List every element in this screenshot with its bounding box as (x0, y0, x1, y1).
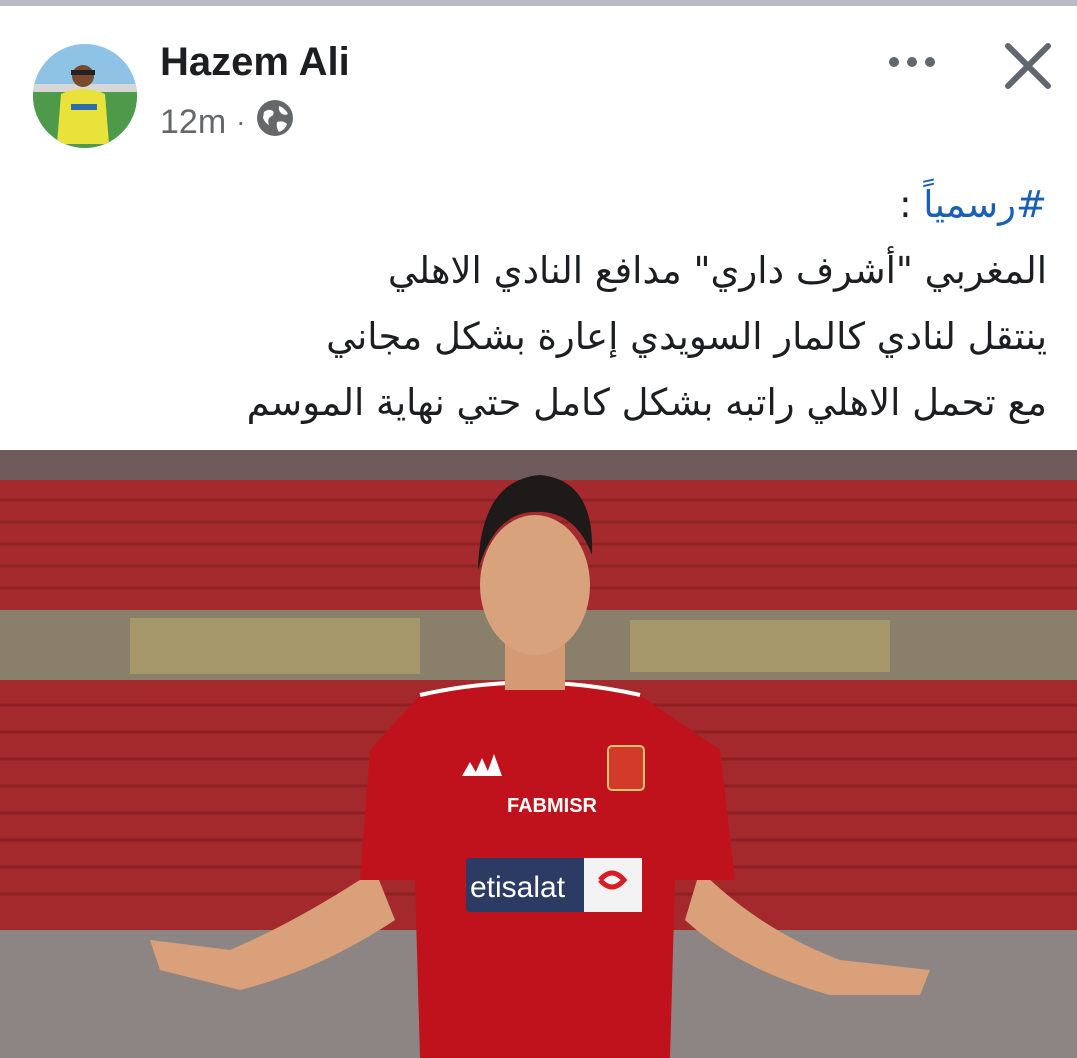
post-line-3: مع تحمل الاهلي راتبه بشكل كامل حتي نهاية… (246, 381, 1047, 424)
post-text: #رسمياً : المغربي "أشرف داري" مدافع النا… (47, 172, 1047, 436)
post-time[interactable]: 12m (160, 103, 226, 142)
author-name[interactable]: Hazem Ali (160, 40, 350, 85)
jersey-sponsor-main: etisalat (470, 871, 566, 904)
post-meta: 12m · (160, 98, 295, 147)
hashtag-line: #رسمياً : (47, 172, 1047, 238)
post-line-2: ينتقل لنادي كالمار السويدي إعارة بشكل مج… (326, 315, 1047, 358)
jersey-sponsor-top: FABMISR (507, 795, 598, 817)
hashtag-link[interactable]: #رسمياً (923, 183, 1047, 226)
avatar-photo (33, 44, 137, 148)
post-line-1: المغربي "أشرف داري" مدافع النادي الاهلي (387, 249, 1047, 292)
hashtag-suffix: : (899, 183, 924, 226)
close-icon[interactable] (998, 36, 1058, 96)
top-divider (0, 0, 1077, 10)
post-photo[interactable]: FABMISR etisalat (0, 450, 1077, 1058)
avatar[interactable] (33, 44, 137, 148)
more-options-icon[interactable] (880, 38, 944, 86)
globe-icon[interactable] (255, 98, 295, 147)
meta-separator: · (236, 106, 246, 137)
